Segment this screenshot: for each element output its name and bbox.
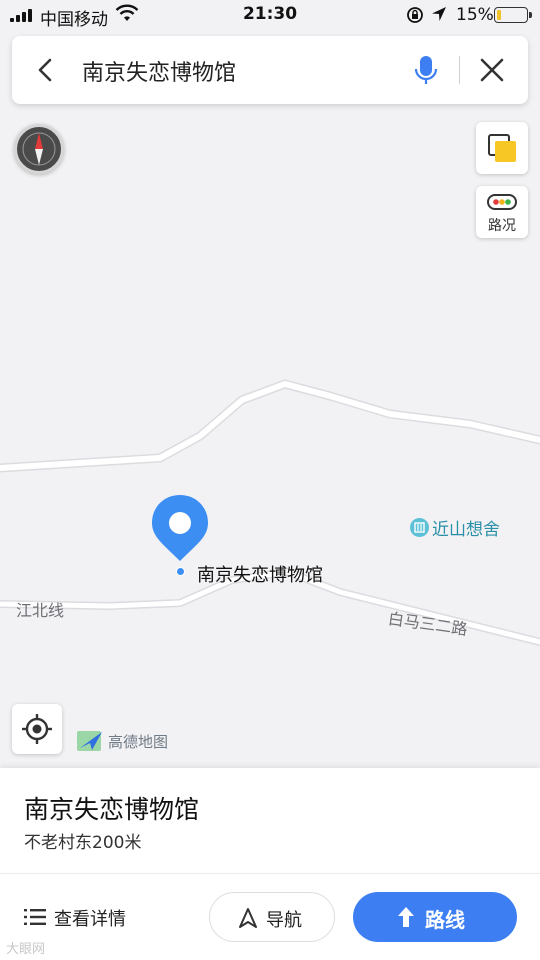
- layers-icon[interactable]: [476, 122, 528, 174]
- watermark: 大眼网: [6, 942, 46, 957]
- divider: [459, 56, 460, 84]
- map-roads: [0, 379, 540, 646]
- traffic-light-icon: [487, 194, 517, 210]
- battery-icon: [494, 7, 532, 23]
- list-icon: [24, 909, 46, 925]
- compass-icon[interactable]: [14, 124, 64, 174]
- close-icon[interactable]: [478, 56, 506, 84]
- rotation-lock-icon: [406, 6, 424, 29]
- location-pin-icon[interactable]: [150, 493, 210, 563]
- traffic-label: 路况: [488, 218, 516, 234]
- marker-dot: [176, 567, 185, 576]
- marker-label[interactable]: 南京失恋博物馆: [197, 561, 323, 587]
- search-bar[interactable]: 南京失恋博物馆: [12, 36, 528, 104]
- locate-me-icon[interactable]: [12, 704, 62, 754]
- road-label-jiangbei: 江北线: [16, 601, 65, 620]
- building-icon[interactable]: [410, 518, 429, 537]
- battery-percent: 15%: [456, 5, 494, 25]
- divider: [0, 873, 540, 874]
- route-arrow-icon: [398, 907, 414, 927]
- place-title: 南京失恋博物馆: [24, 795, 200, 824]
- navigate-button[interactable]: 导航: [209, 892, 335, 942]
- status-bar: 中国移动 21:30 15%: [0, 0, 540, 30]
- route-button[interactable]: 路线: [353, 892, 517, 942]
- place-address: 不老村东200米: [24, 833, 142, 853]
- traffic-button[interactable]: 路况: [476, 186, 528, 238]
- battery-fill: [497, 10, 502, 20]
- search-input[interactable]: 南京失恋博物馆: [82, 55, 236, 87]
- microphone-icon[interactable]: [412, 54, 440, 86]
- poi-label[interactable]: 近山想舍: [432, 515, 500, 540]
- navigation-arrow-icon: [239, 908, 257, 928]
- details-label: 查看详情: [54, 909, 126, 930]
- amap-logo-icon: [76, 728, 104, 754]
- route-label: 路线: [425, 908, 465, 932]
- place-card[interactable]: 南京失恋博物馆 不老村东200米 查看详情 导航 路线: [0, 768, 540, 960]
- amap-logo-text: 高德地图: [108, 733, 169, 751]
- map-view[interactable]: 江北线 白马三二路 近山想舍 南京失恋博物馆: [0, 0, 540, 770]
- chevron-left-icon[interactable]: [30, 54, 62, 86]
- location-arrow-icon: [431, 6, 447, 27]
- navigate-label: 导航: [266, 910, 302, 931]
